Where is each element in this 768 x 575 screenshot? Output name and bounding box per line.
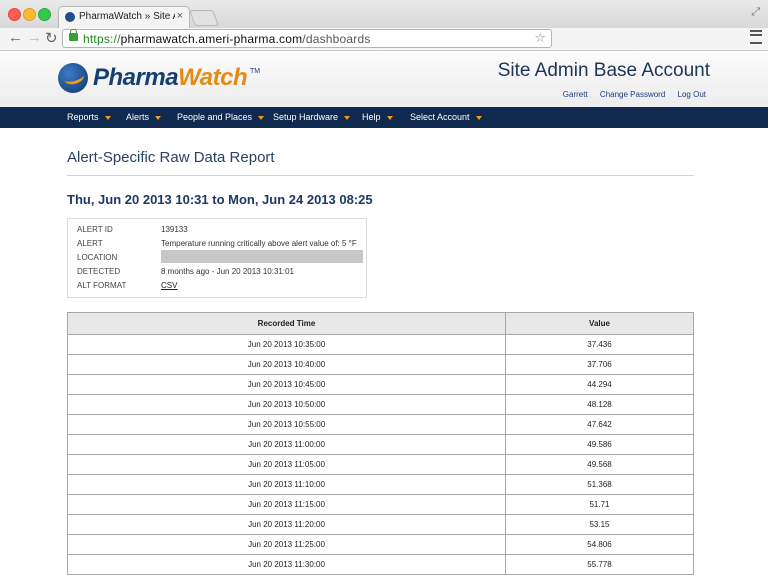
- tab-title: PharmaWatch » Site Admin: [79, 11, 175, 22]
- site-header: PharmaWatch TM Site Admin Base Account G…: [0, 51, 768, 107]
- log-out-link[interactable]: Log Out: [678, 90, 706, 99]
- report-date-range: Thu, Jun 20 2013 10:31 to Mon, Jun 24 20…: [67, 192, 373, 207]
- value-cell: 49.568: [505, 454, 694, 475]
- dropdown-caret-icon: [155, 115, 162, 120]
- favicon-icon: [65, 12, 75, 22]
- recorded-time-cell: Jun 20 2013 11:15:00: [67, 494, 506, 515]
- table-row: Jun 20 2013 10:50:00 48.128: [67, 394, 694, 415]
- browser-tab[interactable]: PharmaWatch » Site Admin ×: [58, 6, 190, 28]
- dropdown-caret-icon: [475, 115, 482, 120]
- new-tab-button[interactable]: [189, 10, 219, 26]
- recorded-time-cell: Jun 20 2013 11:00:00: [67, 434, 506, 455]
- address-bar[interactable]: https://pharmawatch.ameri-pharma.com/das…: [62, 29, 552, 48]
- table-row: Jun 20 2013 10:55:00 47.642: [67, 414, 694, 435]
- value-cell: 51.368: [505, 474, 694, 495]
- table-row: Jun 20 2013 11:05:00 49.568: [67, 454, 694, 475]
- url-text: https://pharmawatch.ameri-pharma.com/das…: [83, 32, 371, 46]
- tab-close-icon[interactable]: ×: [177, 10, 183, 22]
- table-row: Jun 20 2013 10:45:00 44.294: [67, 374, 694, 395]
- location-redacted: [161, 250, 363, 263]
- value-cell: 37.436: [505, 334, 694, 355]
- table-row: Jun 20 2013 11:10:00 51.368: [67, 474, 694, 495]
- value-cell: 48.128: [505, 394, 694, 415]
- nav-select-account[interactable]: Select Account: [410, 112, 482, 122]
- minimize-window-button[interactable]: [23, 8, 36, 21]
- dropdown-caret-icon: [344, 115, 351, 120]
- logo-text[interactable]: PharmaWatch: [93, 64, 248, 92]
- recorded-time-cell: Jun 20 2013 10:35:00: [67, 334, 506, 355]
- recorded-time-cell: Jun 20 2013 11:05:00: [67, 454, 506, 475]
- alert-id-value: 139133: [161, 225, 188, 234]
- table-row: Jun 20 2013 10:35:00 37.436: [67, 334, 694, 355]
- nav-people-and-places[interactable]: People and Places: [177, 112, 265, 122]
- table-row: Jun 20 2013 11:15:00 51.71: [67, 494, 694, 515]
- recorded-time-cell: Jun 20 2013 11:10:00: [67, 474, 506, 495]
- nav-help[interactable]: Help: [362, 112, 393, 122]
- pharmawatch-logo-icon[interactable]: [58, 63, 88, 93]
- account-title: Site Admin Base Account: [497, 60, 710, 81]
- value-cell: 37.706: [505, 354, 694, 375]
- recorded-time-cell: Jun 20 2013 10:55:00: [67, 414, 506, 435]
- value-cell: 49.586: [505, 434, 694, 455]
- table-row: Jun 20 2013 11:00:00 49.586: [67, 434, 694, 455]
- change-password-link[interactable]: Change Password: [600, 90, 665, 99]
- fullscreen-icon[interactable]: ⤢: [751, 6, 760, 19]
- value-cell: 47.642: [505, 414, 694, 435]
- table-row: Jun 20 2013 11:25:00 54.806: [67, 534, 694, 555]
- nav-setup-hardware[interactable]: Setup Hardware: [273, 112, 351, 122]
- page-title: Alert-Specific Raw Data Report: [67, 149, 275, 166]
- close-window-button[interactable]: [8, 8, 21, 21]
- table-row: Jun 20 2013 10:40:00 37.706: [67, 354, 694, 375]
- title-divider: [67, 175, 694, 176]
- main-navigation: Reports Alerts People and Places Setup H…: [0, 107, 768, 128]
- bookmark-star-icon[interactable]: ☆: [534, 30, 546, 46]
- value-cell: 55.778: [505, 554, 694, 575]
- nav-reports[interactable]: Reports: [67, 112, 111, 122]
- detected-value: 8 months ago - Jun 20 2013 10:31:01: [161, 267, 294, 276]
- browser-toolbar: ← → ↻ https://pharmawatch.ameri-pharma.c…: [0, 28, 768, 51]
- lock-icon: [69, 29, 78, 41]
- zoom-window-button[interactable]: [38, 8, 51, 21]
- browser-titlebar: PharmaWatch » Site Admin × ⤢: [0, 0, 768, 28]
- alert-info-box: ALERT ID 139133 ALERT Temperature running …: [67, 218, 367, 298]
- table-row: Jun 20 2013 11:20:00 53.15: [67, 514, 694, 535]
- alert-id-row: ALERT ID 139133: [77, 225, 188, 234]
- dropdown-caret-icon: [386, 115, 393, 120]
- table-header-row: Recorded Time Value: [67, 312, 694, 335]
- value-header[interactable]: Value: [505, 312, 694, 335]
- table-row: Jun 20 2013 11:30:00 55.778: [67, 554, 694, 575]
- csv-link[interactable]: CSV: [161, 281, 177, 290]
- forward-icon[interactable]: →: [27, 29, 42, 46]
- recorded-time-cell: Jun 20 2013 11:20:00: [67, 514, 506, 535]
- recorded-time-cell: Jun 20 2013 11:30:00: [67, 554, 506, 575]
- nav-alerts[interactable]: Alerts: [126, 112, 162, 122]
- value-cell: 53.15: [505, 514, 694, 535]
- recorded-time-cell: Jun 20 2013 10:40:00: [67, 354, 506, 375]
- alert-value: Temperature running critically above ale…: [161, 239, 357, 248]
- browser-menu-icon[interactable]: [750, 30, 762, 44]
- dropdown-caret-icon: [104, 115, 111, 120]
- recorded-time-cell: Jun 20 2013 10:50:00: [67, 394, 506, 415]
- alert-row: ALERT Temperature running critically abov…: [77, 239, 357, 248]
- recorded-time-header[interactable]: Recorded Time: [67, 312, 506, 335]
- value-cell: 54.806: [505, 534, 694, 555]
- raw-data-table: Recorded Time Value Jun 20 2013 10:35:00…: [67, 312, 694, 575]
- recorded-time-cell: Jun 20 2013 10:45:00: [67, 374, 506, 395]
- value-cell: 51.71: [505, 494, 694, 515]
- reload-icon[interactable]: ↻: [45, 29, 58, 47]
- dropdown-caret-icon: [258, 115, 265, 120]
- trademark-mark: TM: [250, 68, 261, 75]
- value-cell: 44.294: [505, 374, 694, 395]
- back-icon[interactable]: ←: [8, 29, 23, 46]
- alt-format-row: ALT FORMAT CSV: [77, 281, 178, 290]
- detected-row: DETECTED 8 months ago - Jun 20 2013 10:31…: [77, 267, 294, 276]
- user-links: Garrett Change Password Log Out: [553, 90, 706, 99]
- recorded-time-cell: Jun 20 2013 11:25:00: [67, 534, 506, 555]
- user-name-link[interactable]: Garrett: [563, 90, 588, 99]
- location-row: LOCATION: [77, 250, 363, 263]
